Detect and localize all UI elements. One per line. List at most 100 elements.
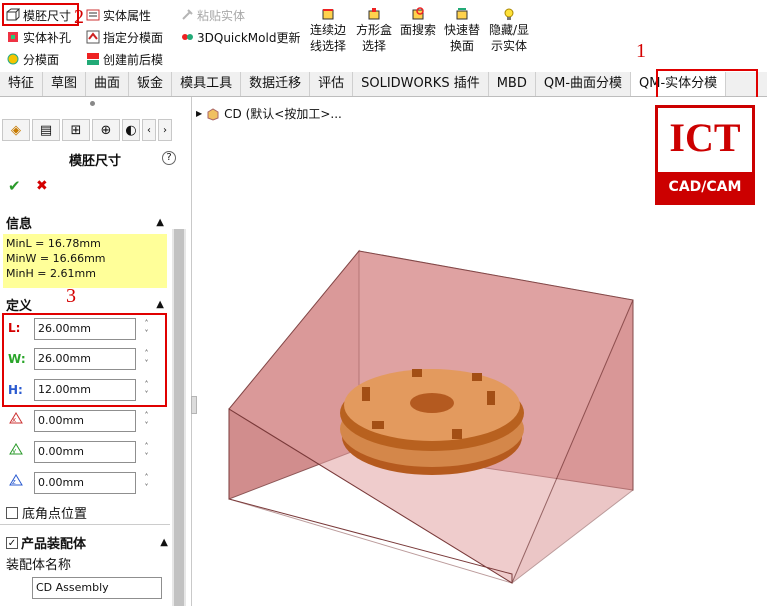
assign-parting-face-button[interactable]: 指定分模面	[86, 27, 163, 47]
highlight-mold-base-button	[2, 3, 79, 26]
offset-x-spinner[interactable]: ˄ ˅	[141, 411, 152, 431]
product-assembly-header[interactable]: ✓ 产品装配体 ▲	[6, 533, 168, 552]
highlight-qm-solid-tab	[656, 69, 758, 99]
feature-manager-tab[interactable]: ◈	[2, 119, 30, 141]
box-select-button[interactable]: 方形盒 选择	[352, 7, 396, 54]
tab-sketch[interactable]: 草图	[43, 72, 87, 96]
annotation-number-1: 1	[636, 40, 646, 62]
display-icon: ◐	[125, 122, 137, 138]
assembly-name-input[interactable]: CD Assembly	[32, 577, 162, 599]
panel-scrollbar[interactable]	[172, 229, 186, 606]
width-spinner[interactable]: ˄ ˅	[141, 349, 152, 369]
annotation-number-2: 2	[74, 6, 84, 28]
svg-text:y: y	[12, 447, 16, 455]
tab-mbd[interactable]: MBD	[489, 72, 536, 96]
info-box: MinL = 16.78mm MinW = 16.66mm MinH = 2.6…	[3, 234, 167, 288]
patch-icon	[8, 32, 18, 42]
cd-part	[340, 369, 524, 475]
offset-x-input[interactable]: 0.00mm	[34, 410, 136, 432]
info-min-h: MinH = 2.61mm	[6, 267, 96, 280]
chevron-up-icon: ▲	[160, 537, 168, 548]
corner-position-option[interactable]: 底角点位置	[6, 503, 87, 522]
core-cavity-icon	[87, 53, 99, 65]
crosshair-icon: ⊕	[100, 122, 112, 138]
tab-features[interactable]: 特征	[0, 72, 44, 96]
tab-evaluate[interactable]: 评估	[310, 72, 354, 96]
property-manager-panel: ◈ ▤ ⊞ ⊕ ◐ ‹ › 模胚尺寸 ? ✔ ✖ 信息 ▲ MinL = 16.…	[0, 97, 192, 606]
offset-y-icon: y	[9, 443, 23, 455]
corner-position-checkbox[interactable]	[6, 506, 18, 519]
model-view	[228, 249, 634, 584]
tab-data-migration[interactable]: 数据迁移	[241, 72, 311, 96]
command-manager-tabs: 特征 草图 曲面 钣金 模具工具 数据迁移 评估 SOLIDWORKS 插件 M…	[0, 72, 767, 97]
chevron-up-icon: ▲	[156, 298, 164, 310]
info-section-title: 信息	[6, 216, 33, 232]
graphics-area[interactable]: ▶ CD (默认<按加工>... ICT CAD/CAM	[192, 97, 767, 606]
edge-select-icon	[322, 9, 334, 20]
height-label: H:	[8, 383, 23, 397]
face-search-button[interactable]: 面搜索	[396, 7, 440, 38]
info-min-l: MinL = 16.78mm	[6, 237, 101, 250]
panel-tab-strip: ◈ ▤ ⊞ ⊕ ◐ ‹ ›	[0, 119, 190, 143]
properties-icon	[86, 9, 100, 21]
config-manager-tab[interactable]: ⊞	[62, 119, 90, 141]
tab-scroll-left[interactable]: ‹	[142, 119, 156, 141]
tab-surfaces[interactable]: 曲面	[86, 72, 130, 96]
offset-y-spinner[interactable]: ˄ ˅	[141, 442, 152, 462]
dimxpert-tab[interactable]: ⊕	[92, 119, 120, 141]
replace-face-button[interactable]: 快速替 换面	[440, 7, 484, 54]
paste-icon	[182, 9, 193, 20]
property-manager-tab[interactable]: ▤	[32, 119, 60, 141]
info-section-header[interactable]: 信息 ▲	[0, 212, 170, 232]
edge-select-button[interactable]: 连续边 线选择	[306, 7, 350, 54]
tab-scroll-right[interactable]: ›	[158, 119, 172, 141]
tab-qm-surface-split[interactable]: QM-曲面分模	[536, 72, 632, 96]
height-spinner[interactable]: ˄ ˅	[141, 380, 152, 400]
lightbulb-icon	[504, 8, 514, 20]
property-list-icon: ▤	[39, 122, 53, 138]
product-assembly-checkbox[interactable]: ✓	[6, 536, 18, 549]
solid-patch-button[interactable]: 实体补孔	[6, 27, 71, 47]
display-manager-tab[interactable]: ◐	[122, 119, 140, 141]
svg-text:x: x	[12, 416, 16, 424]
feature-tree-icon: ◈	[11, 122, 21, 138]
panel-collapse-handle[interactable]	[191, 396, 197, 414]
offset-z-spinner[interactable]: ˄ ˅	[141, 473, 152, 493]
paste-solid-button[interactable]: 粘贴实体	[180, 5, 245, 25]
parting-face-icon	[7, 53, 19, 65]
info-min-w: MinW = 16.66mm	[6, 252, 106, 265]
quickmold-update-button[interactable]: 3DQuickMold更新	[180, 27, 300, 47]
ok-button[interactable]: ✔	[8, 177, 21, 195]
offset-z-input[interactable]: 0.00mm	[34, 472, 136, 494]
solid-properties-button[interactable]: 实体属性	[86, 5, 151, 25]
offset-z-icon: z	[9, 474, 23, 486]
length-spinner[interactable]: ˄ ˅	[141, 319, 152, 339]
tab-sheet-metal[interactable]: 钣金	[129, 72, 173, 96]
hide-show-solid-button[interactable]: 隐藏/显 示实体	[486, 7, 532, 54]
command-toolbar: 模胚尺寸 实体补孔 分模面 实体属性 指定分模面 创建前后模 粘贴实体 3DQu…	[0, 0, 767, 72]
panel-grip[interactable]	[90, 101, 95, 106]
corner-position-label: 底角点位置	[22, 507, 88, 522]
create-core-cavity-button[interactable]: 创建前后模	[86, 49, 163, 69]
chevron-left-icon: ‹	[147, 124, 151, 136]
offset-y-input[interactable]: 0.00mm	[34, 441, 136, 463]
scrollbar-thumb[interactable]	[174, 229, 184, 606]
tab-solidworks-addins[interactable]: SOLIDWORKS 插件	[353, 72, 489, 96]
length-input[interactable]: 26.00mm	[34, 318, 136, 340]
face-search-icon	[412, 7, 424, 20]
chevron-right-icon: ›	[163, 124, 167, 136]
box-select-icon	[368, 8, 380, 20]
width-input[interactable]: 26.00mm	[34, 348, 136, 370]
chevron-up-icon: ▲	[156, 216, 164, 228]
replace-face-icon	[456, 8, 468, 20]
help-icon[interactable]: ?	[162, 151, 176, 165]
update-icon	[182, 34, 193, 40]
tab-mold-tools[interactable]: 模具工具	[172, 72, 242, 96]
cancel-button[interactable]: ✖	[36, 178, 48, 194]
definition-section-title: 定义	[6, 298, 33, 314]
config-icon: ⊞	[70, 122, 82, 138]
annotation-number-3: 3	[66, 285, 76, 307]
parting-face-button[interactable]: 分模面	[6, 49, 59, 69]
definition-section-header[interactable]: 定义 ▲	[0, 294, 170, 314]
height-input[interactable]: 12.00mm	[34, 379, 136, 401]
